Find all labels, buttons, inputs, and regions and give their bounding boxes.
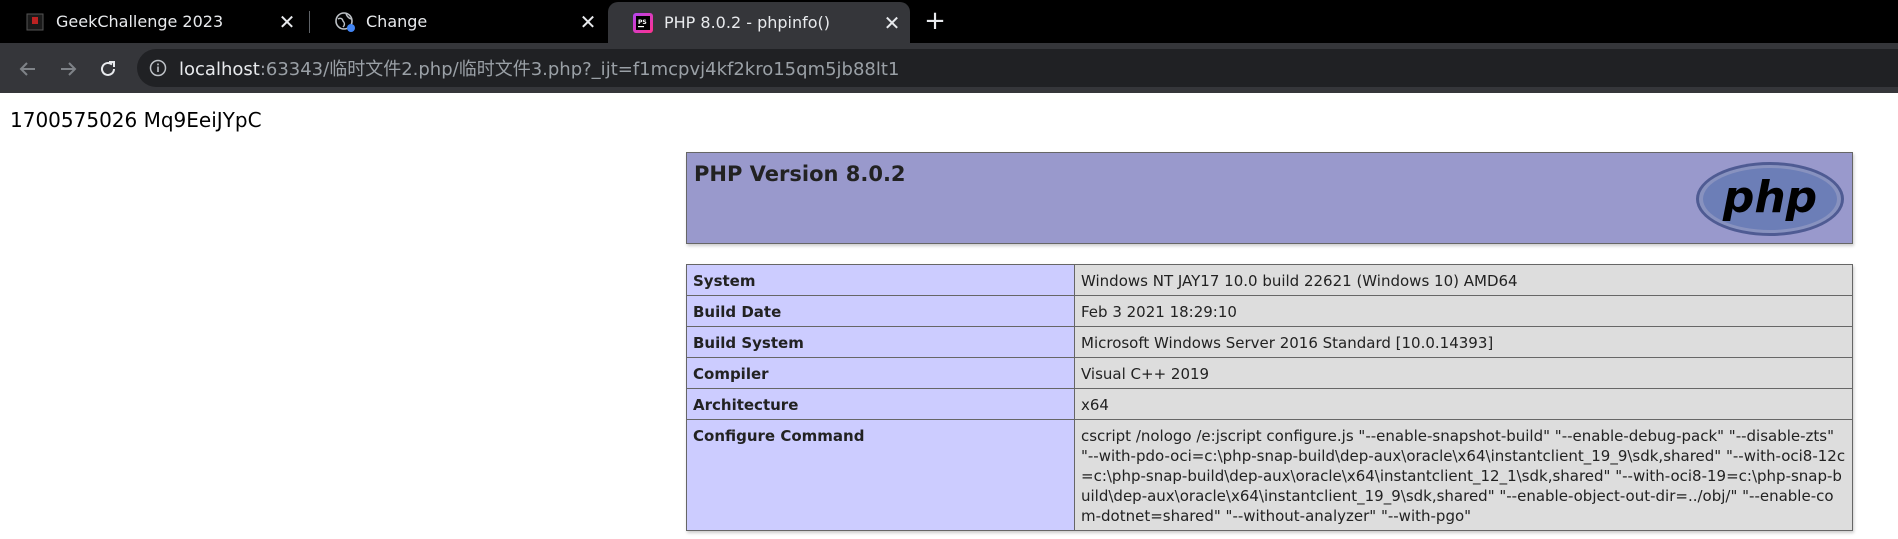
tab-geekchallenge[interactable]: GeekChallenge 2023 ✕ [0,0,305,43]
forward-arrow-icon[interactable] [54,55,82,83]
table-row: Architecture x64 [686,388,1853,420]
phpstorm-favicon-icon: PS [632,12,654,34]
row-key: Build Date [686,295,1075,327]
php-version-title: PHP Version 8.0.2 [694,162,906,186]
php-logo-icon[interactable]: php [1694,160,1846,242]
url-text: localhost:63343/临时文件2.php/临时文件3.php?_ijt… [179,55,899,81]
globe-favicon-icon [334,11,356,33]
tab-strip: GeekChallenge 2023 ✕ Change ✕ PS PHP 8.0… [0,0,1898,43]
row-key: System [686,264,1075,296]
row-key: Compiler [686,357,1075,389]
url-path: :63343/临时文件2.php/临时文件3.php?_ijt=f1mcpvj4… [259,59,900,80]
phpinfo-header: PHP Version 8.0.2 php [686,152,1853,244]
close-icon[interactable]: ✕ [275,10,299,34]
row-value: x64 [1074,388,1853,420]
reload-icon[interactable] [94,55,122,83]
row-key: Build System [686,326,1075,358]
row-value: Visual C++ 2019 [1074,357,1853,389]
row-value: Feb 3 2021 18:29:10 [1074,295,1853,327]
tab-title: Change [366,12,428,31]
tab-change[interactable]: Change ✕ [310,0,606,43]
close-icon[interactable]: ✕ [880,11,904,35]
svg-text:PS: PS [638,19,647,26]
close-icon[interactable]: ✕ [576,10,600,34]
new-tab-icon[interactable]: + [921,8,949,36]
tab-phpinfo[interactable]: PS PHP 8.0.2 - phpinfo() ✕ [608,2,910,43]
table-row: Configure Command cscript /nologo /e:jscr… [686,419,1853,531]
phpinfo-container: PHP Version 8.0.2 php System Windows NT J… [686,152,1853,531]
page-content: 1700575026 Mq9EeiJYpC PHP Version 8.0.2 … [0,93,1898,539]
back-arrow-icon[interactable] [14,55,42,83]
table-row: Compiler Visual C++ 2019 [686,357,1853,389]
phpinfo-table: System Windows NT JAY17 10.0 build 22621 … [686,264,1853,531]
site-info-icon[interactable] [149,59,167,77]
browser-toolbar: localhost:63343/临时文件2.php/临时文件3.php?_ijt… [0,43,1898,93]
table-row: Build Date Feb 3 2021 18:29:10 [686,295,1853,327]
row-value: Microsoft Windows Server 2016 Standard [… [1074,326,1853,358]
row-value: Windows NT JAY17 10.0 build 22621 (Windo… [1074,264,1853,296]
table-row: System Windows NT JAY17 10.0 build 22621 … [686,264,1853,296]
row-key: Architecture [686,388,1075,420]
row-value: cscript /nologo /e:jscript configure.js … [1074,419,1853,531]
url-host: localhost [179,59,260,80]
table-row: Build System Microsoft Windows Server 201… [686,326,1853,358]
tab-title: GeekChallenge 2023 [56,12,224,31]
svg-text:php: php [1722,172,1817,223]
geek-favicon-icon [24,11,46,33]
row-key: Configure Command [686,419,1075,531]
tab-title: PHP 8.0.2 - phpinfo() [664,13,831,32]
address-bar[interactable]: localhost:63343/临时文件2.php/临时文件3.php?_ijt… [137,49,1898,87]
echo-output-text: 1700575026 Mq9EeiJYpC [10,108,262,132]
